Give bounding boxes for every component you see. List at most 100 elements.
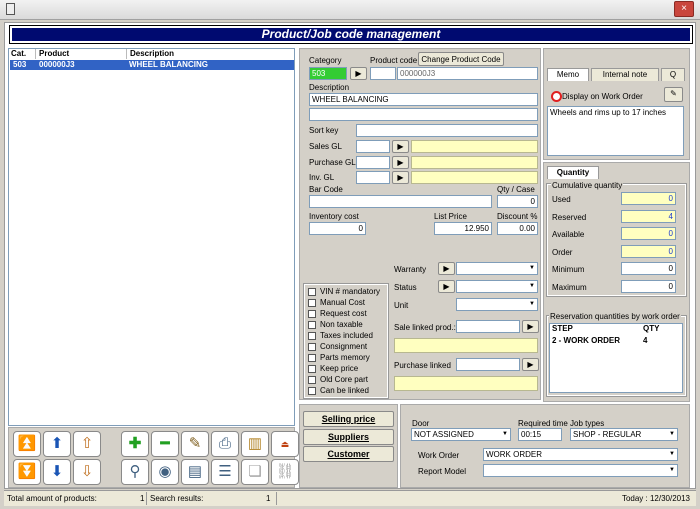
inventory-cost-field[interactable]: 0 [309, 222, 366, 235]
copy-icon[interactable]: ❏ [241, 459, 269, 485]
first-record-icon[interactable]: ⏫ [13, 431, 41, 457]
chevron-down-icon[interactable]: ▼ [527, 263, 537, 274]
report-model-select[interactable] [483, 464, 678, 477]
display-on-work-order-label: Display on Work Order [562, 92, 643, 101]
work-order-select[interactable]: WORK ORDER [483, 448, 678, 461]
notes-icon[interactable]: ☰ [211, 459, 239, 485]
search-results-value: 1 [266, 494, 271, 503]
col-header-product[interactable]: Product [37, 49, 127, 59]
table-row[interactable]: 503 000000J3 WHEEL BALANCING [10, 60, 294, 70]
chevron-down-icon[interactable]: ▼ [500, 429, 510, 440]
display-on-work-order-checkbox[interactable] [551, 91, 562, 102]
chevron-down-icon[interactable]: ▼ [667, 429, 677, 440]
qty-case-field[interactable]: 0 [497, 195, 538, 208]
quantity-row-value[interactable]: 0 [621, 279, 676, 293]
option-checkbox-label: Keep price [320, 364, 359, 373]
option-checkbox-label: Can be linked [320, 386, 369, 395]
option-checkbox[interactable] [308, 310, 316, 318]
previous-record-icon[interactable]: ⬆ [43, 431, 71, 457]
tab-q[interactable]: Q [661, 68, 685, 81]
col-header-step[interactable]: STEP [552, 324, 573, 334]
memo-textarea[interactable]: Wheels and rims up to 17 inches [547, 106, 684, 156]
warranty-lookup-button[interactable]: ▶ [438, 262, 455, 275]
exit-icon[interactable]: ⏏ [271, 431, 299, 457]
tab-quantity[interactable]: Quantity [547, 166, 599, 179]
quantity-row-value[interactable]: 0 [621, 262, 676, 275]
purchase-linked-field[interactable] [456, 358, 520, 371]
tab-internal-note[interactable]: Internal note [591, 68, 659, 81]
next-record-icon[interactable]: ⬇ [43, 459, 71, 485]
option-checkbox[interactable] [308, 376, 316, 384]
option-checkbox[interactable] [308, 332, 316, 340]
purchase-gl-field[interactable] [356, 156, 390, 169]
category-field[interactable]: 503 [309, 67, 347, 80]
sales-gl-field[interactable] [356, 140, 390, 153]
last-record-icon[interactable]: ⏬ [13, 459, 41, 485]
chevron-down-icon[interactable]: ▼ [667, 465, 677, 476]
reservation-table[interactable]: STEP QTY 2 - WORK ORDER 4 [549, 323, 683, 393]
sale-linked-lookup-button[interactable]: ▶ [522, 320, 539, 333]
link-icon[interactable]: ⛓ [271, 459, 299, 485]
inv-gl-lookup-button[interactable]: ▶ [392, 171, 409, 184]
memo-edit-button[interactable]: ✎ [664, 87, 683, 102]
app-icon [6, 3, 15, 15]
door-select[interactable]: NOT ASSIGNED [411, 428, 511, 441]
col-header-cat[interactable]: Cat. [9, 49, 36, 59]
status-select[interactable] [456, 280, 538, 293]
col-header-qty[interactable]: QTY [643, 324, 659, 334]
option-checkbox[interactable] [308, 343, 316, 351]
inv-gl-field[interactable] [356, 171, 390, 184]
quantity-row-label: Minimum [552, 265, 585, 274]
option-checkbox[interactable] [308, 288, 316, 296]
chevron-down-icon[interactable]: ▼ [667, 449, 677, 460]
purchase-gl-lookup-button[interactable]: ▶ [392, 156, 409, 169]
sort-key-field[interactable] [356, 124, 538, 137]
search-binoculars-icon[interactable]: ⚲ [121, 459, 149, 485]
arrow-down-icon[interactable]: ⇩ [73, 459, 101, 485]
barcode-icon[interactable]: ▥ [241, 431, 269, 457]
sale-linked-field[interactable] [456, 320, 520, 333]
document-icon[interactable]: ▤ [181, 459, 209, 485]
bar-code-field[interactable] [309, 195, 492, 208]
job-types-select[interactable]: SHOP - REGULAR [570, 428, 678, 441]
view-icon[interactable]: ◉ [151, 459, 179, 485]
sales-gl-lookup-button[interactable]: ▶ [392, 140, 409, 153]
option-checkbox[interactable] [308, 321, 316, 329]
description-line2-field[interactable] [309, 108, 538, 121]
suppliers-button[interactable]: Suppliers [303, 429, 394, 445]
description-field[interactable]: WHEEL BALANCING [309, 93, 538, 106]
selling-price-button[interactable]: Selling price [303, 411, 394, 427]
arrow-up-icon[interactable]: ⇧ [73, 431, 101, 457]
add-icon[interactable]: ✚ [121, 431, 149, 457]
edit-folder-icon[interactable]: ✎ [181, 431, 209, 457]
option-checkbox[interactable] [308, 354, 316, 362]
chevron-down-icon[interactable]: ▼ [527, 299, 537, 310]
customer-button[interactable]: Customer [303, 446, 394, 462]
option-checkbox[interactable] [308, 299, 316, 307]
discount-field[interactable]: 0.00 [497, 222, 538, 235]
purchase-linked-lookup-button[interactable]: ▶ [522, 358, 539, 371]
window-close-button[interactable]: × [674, 1, 694, 17]
chevron-down-icon[interactable]: ▼ [527, 281, 537, 292]
unit-select[interactable] [456, 298, 538, 311]
status-lookup-button[interactable]: ▶ [438, 280, 455, 293]
tab-memo[interactable]: Memo [547, 68, 589, 81]
product-code-field[interactable]: 000000J3 [397, 67, 538, 80]
warranty-select[interactable] [456, 262, 538, 275]
table-row[interactable]: 2 - WORK ORDER 4 [550, 336, 682, 346]
product-code-prefix-field[interactable] [370, 67, 396, 80]
change-product-code-button[interactable]: Change Product Code [418, 52, 504, 66]
product-list[interactable]: Cat. Product Description 503 000000J3 WH… [8, 48, 295, 426]
list-price-field[interactable]: 12.950 [434, 222, 492, 235]
col-header-description[interactable]: Description [128, 49, 294, 59]
option-checkbox[interactable] [308, 387, 316, 395]
required-time-field[interactable]: 00:15 [518, 428, 562, 441]
required-time-label: Required time [518, 419, 568, 428]
option-checkbox-label: Consignment [320, 342, 368, 351]
option-checkbox-label: Manual Cost [320, 298, 365, 307]
print-icon[interactable]: ⎙ [211, 431, 239, 457]
remove-icon[interactable]: ━ [151, 431, 179, 457]
option-checkbox[interactable] [308, 365, 316, 373]
category-lookup-button[interactable]: ▶ [350, 67, 367, 80]
category-label: Category [309, 56, 342, 65]
